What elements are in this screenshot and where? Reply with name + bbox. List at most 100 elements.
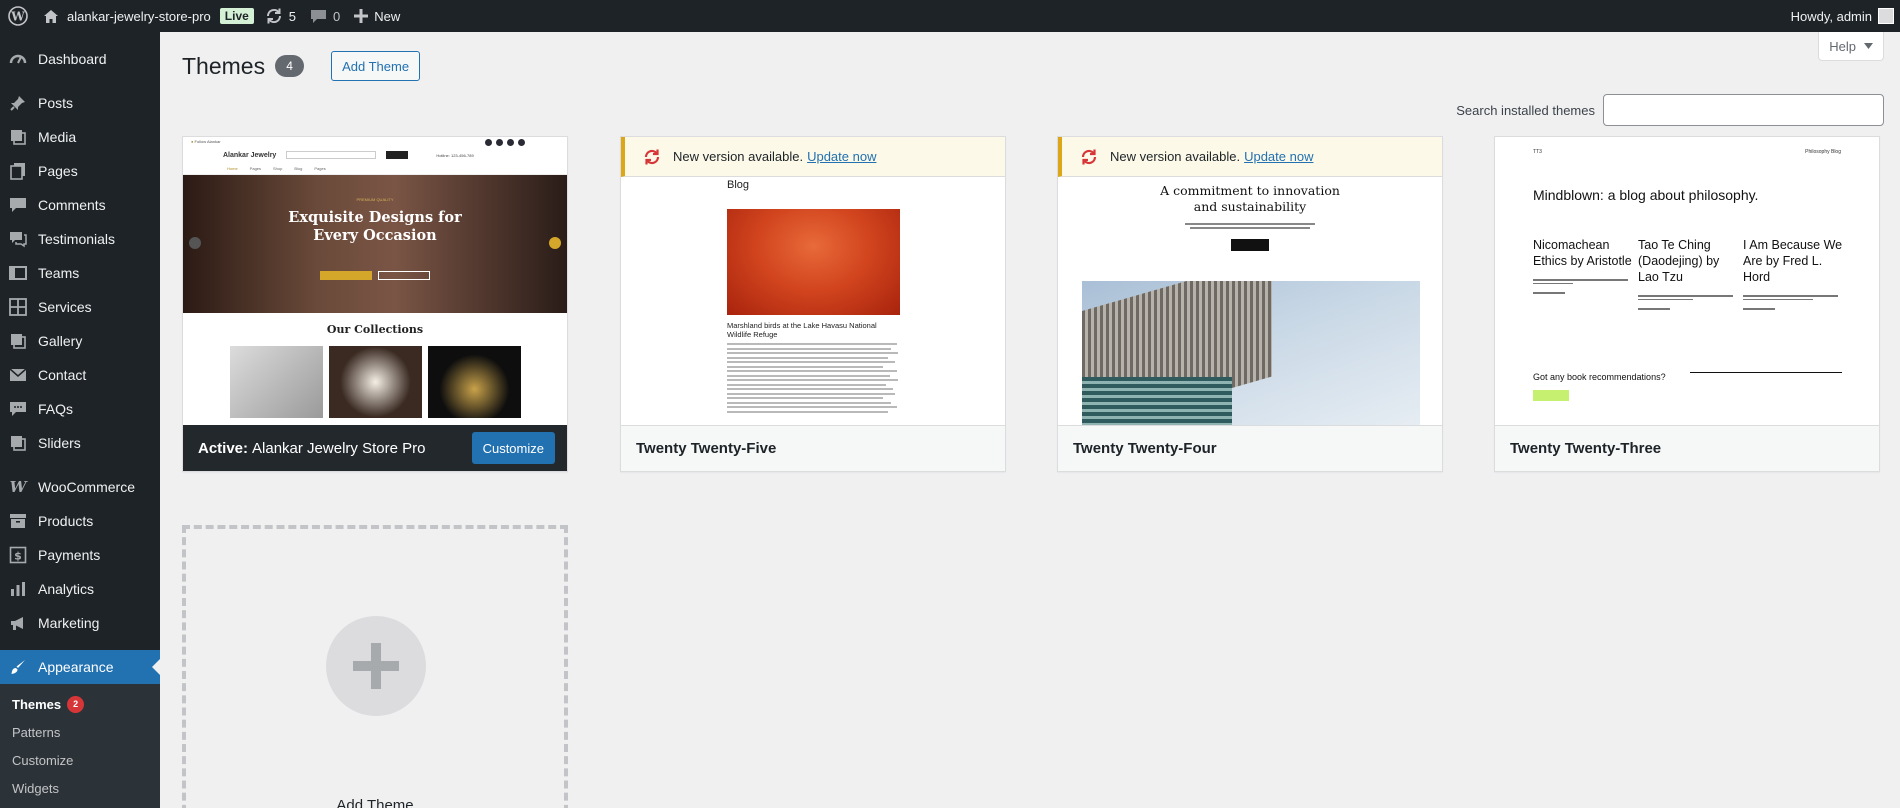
bar-chart-icon (8, 579, 28, 599)
theme-name-bar: Twenty Twenty-Five (621, 425, 1005, 471)
update-now-link[interactable]: Update now (1244, 149, 1313, 164)
sidebar-item-faqs[interactable]: FAQs (0, 392, 160, 426)
update-notice: New version available. Update now (621, 137, 1005, 177)
add-theme-button[interactable]: Add Theme (331, 51, 421, 81)
add-theme-card-label: Add Theme (336, 797, 414, 808)
update-notice: New version available. Update now (1058, 137, 1442, 177)
submenu-item-label: Patterns (12, 724, 61, 740)
preview-post-title: I Am Because We Are by Fred L. Hord (1743, 238, 1843, 284)
preview-photo (1082, 281, 1420, 425)
preview-nav: Alankar Jewelry Hotline: 123-456-789 (223, 151, 474, 159)
theme-screenshot[interactable]: New version available. Update now A comm… (1058, 137, 1442, 425)
sidebar-item-appearance[interactable]: Appearance (0, 650, 160, 684)
updates-count: 5 (288, 8, 297, 24)
theme-name: Alankar Jewelry Store Pro (252, 439, 426, 457)
add-theme-card[interactable]: Add Theme (182, 525, 568, 808)
howdy-account-link[interactable]: Howdy, admin (1791, 9, 1872, 24)
preview-site-title: TT3 (1533, 149, 1542, 155)
new-content-link[interactable]: New (347, 0, 407, 32)
home-icon (43, 9, 59, 24)
preview-content: A commitment to innovation and sustainab… (1058, 177, 1442, 425)
sidebar-item-comments[interactable]: Comments (0, 188, 160, 222)
sidebar-item-gallery[interactable]: Gallery (0, 324, 160, 358)
submenu-item-themes[interactable]: Themes 2 (0, 690, 160, 718)
sidebar-item-label: Appearance (38, 659, 114, 675)
submenu-item-customize[interactable]: Customize (0, 746, 160, 774)
live-badge: Live (219, 8, 254, 24)
woo-icon: W (9, 478, 27, 496)
sidebar-item-label: Gallery (38, 333, 83, 349)
sidebar-item-sliders[interactable]: Sliders (0, 426, 160, 460)
preview-collection-tiles (183, 346, 567, 418)
archive-icon (8, 511, 28, 531)
sidebar-item-teams[interactable]: Teams (0, 256, 160, 290)
sidebar-item-dashboard[interactable]: Dashboard (0, 42, 160, 76)
submenu-item-patterns[interactable]: Patterns (0, 718, 160, 746)
theme-name: Twenty Twenty-Four (1073, 440, 1217, 457)
search-label: Search installed themes (1456, 102, 1595, 118)
theme-card-twentytwentyfive[interactable]: New version available. Update now Blog M… (620, 136, 1006, 472)
brush-icon (8, 657, 28, 677)
new-label: New (374, 8, 401, 24)
theme-name: Twenty Twenty-Five (636, 440, 777, 457)
update-notice-text: New version available. (1110, 149, 1241, 164)
theme-name-bar: Active: Alankar Jewelry Store Pro Custom… (183, 425, 567, 471)
site-name-link[interactable]: alankar-jewelry-store-pro (36, 0, 218, 32)
comments-link[interactable]: 0 (303, 0, 347, 32)
preview-image (727, 209, 900, 315)
submenu-item-widgets[interactable]: Widgets (0, 774, 160, 802)
svg-text:W: W (10, 10, 25, 24)
page-header: Themes 4 Add Theme (182, 51, 421, 81)
theme-screenshot[interactable]: ● Follow Alankar Alankar Jewelry Hotline… (183, 137, 567, 425)
plus-icon (354, 9, 369, 23)
update-refresh-icon (643, 148, 661, 166)
theme-card-twentytwentythree[interactable]: TT3 Philosophy Blog Mindblown: a blog ab… (1494, 136, 1880, 472)
sidebar-item-label: Teams (38, 265, 80, 281)
sidebar-item-woocommerce[interactable]: W WooCommerce (0, 470, 160, 504)
wordpress-logo-icon[interactable]: W (0, 0, 36, 32)
sidebar-item-marketing[interactable]: Marketing (0, 606, 160, 640)
update-now-link[interactable]: Update now (807, 149, 876, 164)
faq-icon (8, 399, 28, 419)
sidebar-item-pages[interactable]: Pages (0, 154, 160, 188)
sidebar-item-label: Posts (38, 95, 74, 111)
sidebar-item-products[interactable]: Products (0, 504, 160, 538)
sidebar-item-services[interactable]: Services (0, 290, 160, 324)
preview-cta-button (1533, 390, 1569, 401)
teams-icon (8, 263, 28, 283)
updates-link[interactable]: 5 (258, 0, 303, 32)
avatar[interactable] (1878, 8, 1894, 24)
customize-button[interactable]: Customize (471, 432, 555, 464)
preview-content: Blog Marshland birds at the Lake Havasu … (621, 177, 1005, 425)
media-icon (8, 127, 28, 147)
preview-hero: PREMIUM QUALITY Exquisite Designs for Ev… (183, 175, 567, 313)
sidebar-item-label: FAQs (38, 401, 74, 417)
sidebar-item-media[interactable]: Media (0, 120, 160, 154)
grid-icon (8, 297, 28, 317)
theme-count-badge: 4 (275, 55, 305, 77)
preview-content: TT3 Philosophy Blog Mindblown: a blog ab… (1495, 137, 1879, 425)
themes-update-badge: 2 (67, 695, 85, 713)
preview-cta: Got any book recommendations? (1533, 372, 1666, 382)
sidebar-item-payments[interactable]: $ Payments (0, 538, 160, 572)
preview-headline-line1: A commitment to innovation (1160, 183, 1340, 198)
help-label: Help (1829, 38, 1856, 54)
search-input[interactable] (1603, 94, 1884, 126)
theme-card-twentytwentyfour[interactable]: New version available. Update now A comm… (1057, 136, 1443, 472)
theme-screenshot[interactable]: New version available. Update now Blog M… (621, 137, 1005, 425)
theme-card-alankar[interactable]: ● Follow Alankar Alankar Jewelry Hotline… (182, 136, 568, 472)
sidebar-item-testimonials[interactable]: Testimonials (0, 222, 160, 256)
preview-hero-heading-line2: Every Occasion (313, 227, 437, 244)
page-title: Themes (182, 52, 266, 79)
sidebar-item-contact[interactable]: Contact (0, 358, 160, 392)
help-tab-button[interactable]: Help (1818, 32, 1884, 61)
preview-heading: Mindblown: a blog about philosophy. (1533, 187, 1759, 203)
sidebar-item-label: Marketing (38, 615, 100, 631)
admin-sidebar: Dashboard Posts Media Pages Comments Tes… (0, 32, 160, 808)
sidebar-item-posts[interactable]: Posts (0, 86, 160, 120)
pages-icon (8, 161, 28, 181)
sidebar-item-label: Media (38, 129, 77, 145)
theme-screenshot[interactable]: TT3 Philosophy Blog Mindblown: a blog ab… (1495, 137, 1879, 425)
preview-heading: Blog (727, 179, 750, 191)
sidebar-item-analytics[interactable]: Analytics (0, 572, 160, 606)
